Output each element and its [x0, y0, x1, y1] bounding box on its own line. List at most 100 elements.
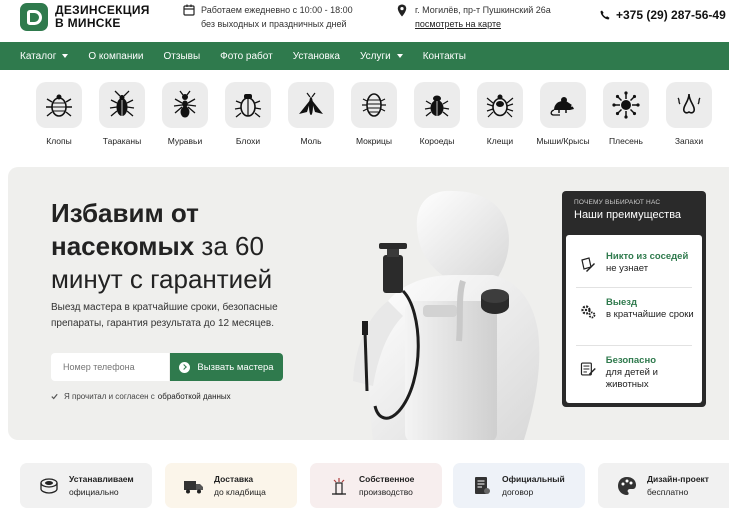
- advantages-title: Наши преимущества: [574, 209, 682, 221]
- nav-item-reviews[interactable]: Отзывы: [164, 51, 201, 62]
- map-link[interactable]: посмотреть на карте: [415, 17, 551, 31]
- nav-item-label: Установка: [292, 50, 340, 62]
- advantages-header: ПОЧЕМУ ВЫБИРАЮТ НАС Наши преимущества: [562, 191, 706, 231]
- advantage-highlight: Выезд: [606, 297, 638, 308]
- category-mice-rats[interactable]: Мыши/Крысы: [533, 82, 593, 146]
- document-pen-icon: [580, 362, 596, 376]
- pest-control-worker-image: [353, 190, 540, 440]
- nav-item-catalog[interactable]: Каталог: [20, 50, 69, 62]
- consent-link[interactable]: обработкой данных: [158, 392, 231, 401]
- feature-subtitle: до кладбища: [214, 486, 266, 497]
- mold-icon: [603, 82, 649, 128]
- logo-text: ДЕЗИНСЕКЦИЯ В МИНСКЕ: [55, 4, 150, 30]
- phone-input[interactable]: [51, 353, 169, 381]
- category-bedbugs[interactable]: Клопы: [29, 82, 89, 146]
- consent-checkbox-row[interactable]: Я прочитал и согласен с обработкой данны…: [51, 392, 231, 401]
- calendar-icon: [183, 4, 195, 16]
- feature-title: Официальный: [502, 473, 565, 484]
- logo-text-line2: В МИНСКЕ: [55, 16, 121, 30]
- nav-item-installation[interactable]: Установка: [293, 51, 340, 62]
- feature-title: Дизайн-проект: [647, 473, 709, 484]
- feature-official-install: Устанавливаем официально: [20, 463, 152, 508]
- category-label: Клещи: [486, 136, 514, 146]
- nav-item-label: Фото работ: [220, 50, 273, 62]
- category-label: Моль: [300, 136, 322, 146]
- logo[interactable]: ДЕЗИНСЕКЦИЯ В МИНСКЕ: [20, 3, 150, 31]
- category-label: Мокрицы: [355, 136, 393, 146]
- advantage-item: Никто из соседей не узнает: [566, 251, 702, 275]
- palette-icon: [618, 476, 636, 495]
- logo-mark-icon: [20, 3, 48, 31]
- category-label: Плесень: [609, 136, 643, 146]
- hero-title-bold1: Избавим от: [51, 198, 199, 228]
- factory-icon: [332, 477, 346, 495]
- advantages-kicker: ПОЧЕМУ ВЫБИРАЮТ НАС: [574, 199, 661, 206]
- advantage-item: Безопасно для детей и животных: [566, 355, 702, 391]
- hours-line1: Работаем ежедневно с 10:00 - 18:00: [201, 5, 353, 15]
- feature-subtitle: официально: [69, 486, 119, 497]
- tick-icon: [477, 82, 523, 128]
- hero-subtitle: Выезд мастера в кратчайшие сроки, безопа…: [51, 302, 278, 329]
- category-label: Короеды: [419, 136, 455, 146]
- nav-item-photos[interactable]: Фото работ: [220, 51, 273, 62]
- hours-line2: без выходных и праздничных дней: [201, 19, 347, 29]
- gears-icon: [581, 305, 596, 319]
- pen-paper-icon: [581, 257, 595, 272]
- stamp-icon: [40, 477, 58, 494]
- category-label: Муравьи: [167, 136, 203, 146]
- nav-item-about[interactable]: О компании: [88, 51, 143, 62]
- category-woodlice[interactable]: Мокрицы: [344, 82, 404, 146]
- hero-title: Избавим от насекомых за 60 минут с гаран…: [51, 197, 351, 296]
- feature-delivery: Доставка до кладбища: [165, 463, 297, 508]
- category-fleas[interactable]: Блохи: [218, 82, 278, 146]
- category-label: Клопы: [46, 136, 72, 146]
- nav-item-label: О компании: [88, 50, 144, 62]
- feature-title: Устанавливаем: [69, 473, 134, 484]
- category-label: Тараканы: [102, 136, 142, 146]
- contract-icon: [475, 476, 490, 494]
- chevron-down-icon: [62, 54, 69, 58]
- checkmark-icon[interactable]: [51, 393, 58, 400]
- mouse-icon: [540, 82, 586, 128]
- truck-icon: [184, 480, 203, 493]
- phone-number[interactable]: +375 (29) 287-56-49: [616, 8, 726, 22]
- category-moths[interactable]: Моль: [281, 82, 341, 146]
- working-hours: Работаем ежедневно с 10:00 - 18:00 без в…: [183, 3, 353, 31]
- phone-icon: [600, 10, 610, 20]
- ant-icon: [162, 82, 208, 128]
- address-text: г. Могилёв, пр-т Пушкинский 26а: [415, 5, 551, 15]
- hero-title-rest1: за 60: [194, 231, 264, 261]
- category-bark-beetles[interactable]: Короеды: [407, 82, 467, 146]
- main-nav: Каталог О компании Отзывы Фото работ Уст…: [0, 42, 729, 70]
- category-cockroaches[interactable]: Тараканы: [92, 82, 152, 146]
- category-mold[interactable]: Плесень: [596, 82, 656, 146]
- smell-icon: [666, 82, 712, 128]
- pest-categories: Клопы Тараканы Муравьи Блохи Моль Мокриц…: [0, 82, 729, 152]
- category-label: Мыши/Крысы: [536, 136, 590, 146]
- category-ants[interactable]: Муравьи: [155, 82, 215, 146]
- feature-own-production: Собственное производство: [310, 463, 442, 508]
- header-phone[interactable]: +375 (29) 287-56-49: [600, 8, 726, 22]
- nav-item-contacts[interactable]: Контакты: [423, 51, 466, 62]
- bark-beetle-icon: [414, 82, 460, 128]
- nav-item-label: Контакты: [422, 50, 466, 62]
- moth-icon: [288, 82, 334, 128]
- advantages-card: Никто из соседей не узнает Выезд в кратчай…: [562, 231, 706, 407]
- call-master-label: Вызвать мастера: [197, 361, 274, 373]
- divider: [576, 345, 692, 346]
- feature-title: Собственное: [359, 473, 415, 484]
- advantage-highlight: Безопасно: [605, 355, 657, 366]
- advantage-highlight: Никто из соседей: [606, 251, 689, 262]
- category-odors[interactable]: Запахи: [659, 82, 719, 146]
- category-ticks[interactable]: Клещи: [470, 82, 530, 146]
- nav-item-services[interactable]: Услуги: [360, 51, 403, 62]
- woodlouse-icon: [351, 82, 397, 128]
- address-block: г. Могилёв, пр-т Пушкинский 26а посмотре…: [397, 3, 551, 31]
- nav-item-label: Каталог: [20, 50, 57, 62]
- hero-title-bold2: насекомых: [51, 231, 195, 261]
- feature-subtitle: бесплатно: [647, 486, 689, 497]
- nav-item-label: Отзывы: [163, 50, 201, 62]
- hero-title-line3: минут с гарантией: [51, 264, 273, 294]
- divider: [576, 287, 692, 288]
- call-master-button[interactable]: Вызвать мастера: [170, 353, 283, 381]
